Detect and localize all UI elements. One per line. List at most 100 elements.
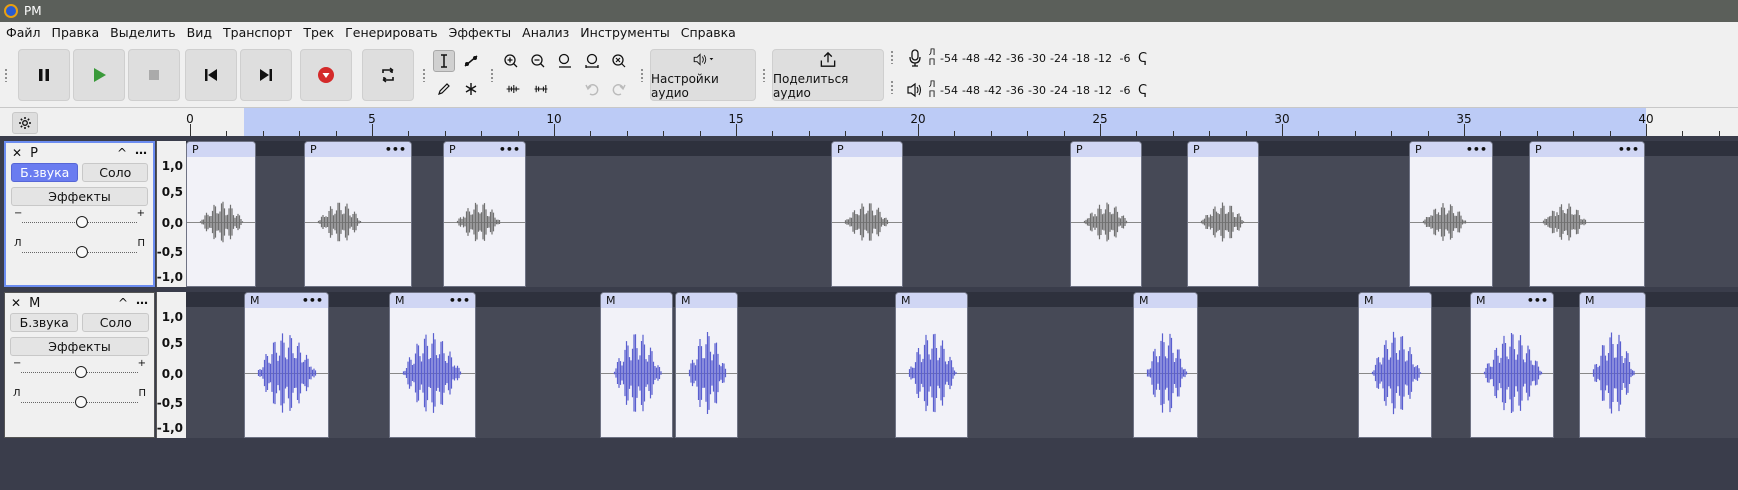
zoom-in-button[interactable]	[500, 50, 522, 72]
clip-header[interactable]: Р •••	[305, 142, 411, 157]
trim-button[interactable]	[500, 78, 526, 100]
track-2-control-panel[interactable]: ✕ М ^ ⋯ Б.звука Соло Эффекты − + Л П	[4, 292, 155, 438]
close-icon[interactable]: ✕	[11, 296, 21, 310]
collapse-icon[interactable]: ^	[118, 296, 128, 310]
audio-clip[interactable]: Р •••	[1529, 141, 1645, 287]
audio-clip[interactable]: М	[1133, 292, 1198, 438]
audio-clip[interactable]: Р •••	[304, 141, 412, 287]
audio-clip[interactable]: Р	[1070, 141, 1142, 287]
tools-grip[interactable]	[422, 68, 426, 82]
record-button[interactable]	[300, 49, 352, 101]
effects-button[interactable]: Эффекты	[11, 187, 148, 206]
pan-slider[interactable]: Л П	[14, 236, 145, 266]
audio-clip[interactable]: М	[1579, 292, 1646, 438]
menu-help[interactable]: Справка	[681, 25, 736, 40]
close-icon[interactable]: ✕	[12, 146, 22, 160]
collapse-icon[interactable]: ^	[117, 146, 127, 160]
menu-select[interactable]: Выделить	[110, 25, 176, 40]
menu-view[interactable]: Вид	[187, 25, 212, 40]
clip-header[interactable]: Р	[1071, 142, 1141, 157]
gain-knob[interactable]	[75, 366, 87, 378]
gain-knob[interactable]	[76, 216, 88, 228]
play-button[interactable]	[73, 49, 125, 101]
zoom-out-button[interactable]	[527, 50, 549, 72]
clip-header[interactable]: М •••	[390, 293, 475, 308]
share-audio-button[interactable]: Поделиться аудио	[772, 49, 884, 101]
skip-to-start-button[interactable]	[185, 49, 237, 101]
redo-button[interactable]	[608, 78, 630, 100]
record-meter[interactable]: ЛП -54 -48 -42 -36 -30 -24 -18 -12 -6 Ҁ	[904, 45, 1147, 71]
solo-button[interactable]: Соло	[82, 313, 149, 332]
menu-generate[interactable]: Генерировать	[345, 25, 438, 40]
track-2-waveform-lane[interactable]: М ••• М ••• М М М М М М ••• М	[186, 292, 1738, 438]
mute-button[interactable]: Б.звука	[11, 163, 79, 182]
undo-button[interactable]	[581, 78, 603, 100]
mute-button[interactable]: Б.звука	[10, 313, 79, 332]
zoom-toggle-button[interactable]	[608, 50, 630, 72]
clip-menu-icon[interactable]: •••	[449, 294, 470, 307]
track-1-control-panel[interactable]: ✕ Р ^ ⋯ Б.звука Соло Эффекты − + Л П	[4, 141, 155, 287]
play-meter[interactable]: ЛП -54 -48 -42 -36 -30 -24 -18 -12 -6 Ҁ	[904, 77, 1147, 103]
effects-button[interactable]: Эффекты	[10, 337, 149, 356]
audio-clip[interactable]: Р	[831, 141, 903, 287]
menu-analyze[interactable]: Анализ	[522, 25, 569, 40]
menu-effects[interactable]: Эффекты	[449, 25, 512, 40]
menu-tools[interactable]: Инструменты	[580, 25, 669, 40]
pan-slider[interactable]: Л П	[13, 386, 146, 416]
record-meter-grip[interactable]	[890, 50, 894, 64]
silence-button[interactable]	[528, 78, 554, 100]
solo-button[interactable]: Соло	[82, 163, 148, 182]
clip-menu-icon[interactable]: •••	[1527, 294, 1548, 307]
clip-header[interactable]: М •••	[1471, 293, 1553, 308]
envelope-tool-button[interactable]	[460, 50, 482, 72]
clip-menu-icon[interactable]: •••	[1466, 143, 1487, 156]
audio-clip[interactable]: М •••	[389, 292, 476, 438]
pan-knob[interactable]	[76, 246, 88, 258]
clip-header[interactable]: М	[1580, 293, 1645, 308]
clip-header[interactable]: Р	[1188, 142, 1258, 157]
menu-edit[interactable]: Правка	[52, 25, 100, 40]
play-meter-grip[interactable]	[890, 80, 894, 94]
pan-knob[interactable]	[75, 396, 87, 408]
gain-slider[interactable]: − +	[13, 356, 146, 386]
edit-grip[interactable]	[490, 68, 494, 82]
clip-header[interactable]: Р •••	[444, 142, 525, 157]
selected-region[interactable]	[244, 108, 1646, 136]
clip-header[interactable]: Р •••	[1530, 142, 1644, 157]
audio-clip[interactable]: М	[1358, 292, 1432, 438]
menu-transport[interactable]: Транспорт	[223, 25, 292, 40]
audio-settings-button[interactable]: Настройки аудио	[650, 49, 756, 101]
track-menu-icon[interactable]: ⋯	[135, 146, 147, 160]
toolbar-grip[interactable]	[4, 68, 8, 82]
audio-clip[interactable]: М	[895, 292, 968, 438]
track-name[interactable]: Р	[30, 146, 117, 161]
audio-setup-grip[interactable]	[640, 68, 644, 82]
clip-header[interactable]: Р	[832, 142, 902, 157]
timeline-ruler[interactable]: 0 5 10 15 20 25 30 35 40	[0, 108, 1738, 136]
selection-tool-button[interactable]	[433, 50, 455, 72]
multi-tool-button[interactable]	[460, 78, 482, 100]
track-menu-icon[interactable]: ⋯	[136, 296, 148, 310]
audio-clip[interactable]: М	[600, 292, 673, 438]
draw-tool-button[interactable]	[433, 78, 455, 100]
clip-menu-icon[interactable]: •••	[385, 143, 406, 156]
timeline-settings-button[interactable]	[12, 112, 38, 134]
audio-clip[interactable]: М •••	[1470, 292, 1554, 438]
clip-header[interactable]: Р •••	[1410, 142, 1492, 157]
menu-file[interactable]: Файл	[6, 25, 41, 40]
share-grip[interactable]	[762, 68, 766, 82]
stop-button[interactable]	[128, 49, 180, 101]
audio-clip[interactable]: Р	[1187, 141, 1259, 287]
clip-header[interactable]: М	[896, 293, 967, 308]
clip-header[interactable]: М	[601, 293, 672, 308]
clip-menu-icon[interactable]: •••	[1618, 143, 1639, 156]
clip-header[interactable]: М	[1359, 293, 1431, 308]
fit-selection-button[interactable]	[554, 50, 576, 72]
clip-menu-icon[interactable]: •••	[302, 294, 323, 307]
microphone-icon[interactable]	[904, 47, 926, 69]
menu-tracks[interactable]: Трек	[303, 25, 334, 40]
audio-clip[interactable]: М	[675, 292, 738, 438]
pause-button[interactable]	[18, 49, 70, 101]
track-1-waveform-lane[interactable]: Р Р ••• Р ••• Р Р Р Р ••• Р •••	[186, 141, 1738, 287]
loop-button[interactable]	[362, 49, 414, 101]
